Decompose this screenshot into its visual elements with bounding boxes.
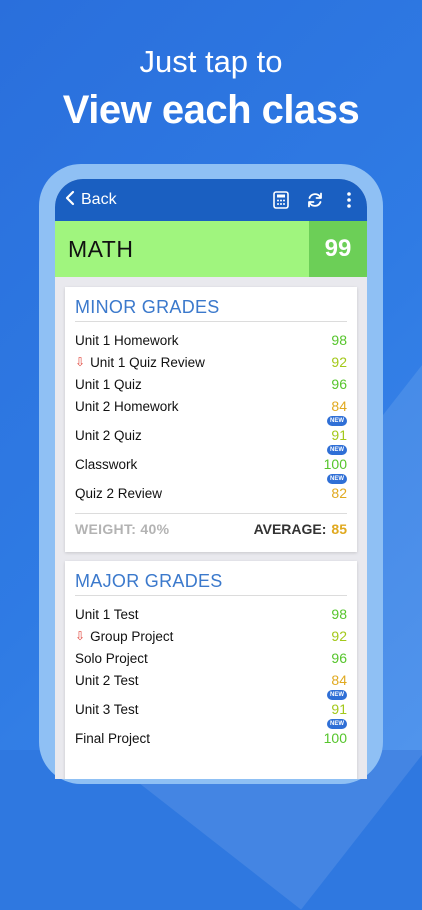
grade-value: 98 (331, 332, 347, 348)
grade-value: 96 (331, 650, 347, 666)
minor-grades-footer: WEIGHT: 40% AVERAGE: 85 (75, 513, 347, 544)
grade-name: Quiz 2 Review (75, 486, 331, 501)
grade-row[interactable]: Classwork 100 NEW (75, 445, 347, 474)
class-grade: 99 (309, 221, 367, 277)
grade-name-text: Unit 1 Homework (75, 332, 179, 348)
major-grades-card: MAJOR GRADES Unit 1 Test 98 ⇩ Group Project… (65, 561, 357, 779)
grade-name-text: Unit 1 Test (75, 606, 139, 622)
grade-value-text: 92 (331, 628, 347, 644)
class-name: MATH (55, 221, 309, 277)
grade-value-text: 84 (331, 672, 347, 688)
grade-name-text: Solo Project (75, 650, 148, 666)
grade-name-text: Classwork (75, 456, 138, 472)
grade-value: 100 NEW (323, 719, 347, 746)
grade-row[interactable]: Unit 3 Test 91 NEW (75, 690, 347, 719)
grade-name-text: Unit 2 Quiz (75, 427, 142, 443)
grade-value: 98 (331, 606, 347, 622)
grade-name: Unit 1 Test (75, 607, 331, 622)
grade-row[interactable]: Final Project 100 NEW (75, 719, 347, 748)
minor-grades-title: MINOR GRADES (75, 287, 347, 322)
grade-name: Classwork (75, 457, 324, 472)
grade-name: Unit 2 Homework (75, 399, 331, 414)
down-arrow-icon: ⇩ (75, 355, 86, 369)
back-button[interactable]: Back (65, 190, 117, 210)
grade-value-text: 92 (331, 354, 347, 370)
more-vertical-icon[interactable] (339, 190, 359, 210)
grade-value-text: 82 (331, 485, 347, 501)
grade-value-text: 98 (331, 332, 347, 348)
grade-value: 91 NEW (327, 690, 347, 717)
class-header: MATH 99 (55, 221, 367, 277)
grade-value: 84 (331, 672, 347, 688)
grade-name: Solo Project (75, 651, 331, 666)
calculator-icon[interactable] (271, 190, 291, 210)
app-bar: Back (55, 179, 367, 221)
promo-line-1: Just tap to (139, 44, 283, 79)
chevron-left-icon (65, 190, 75, 210)
grade-value-text: 100 (323, 456, 347, 472)
grade-value-text: 100 (323, 730, 347, 746)
average-value: 85 (331, 521, 347, 537)
grade-value-text: 96 (331, 650, 347, 666)
grade-row[interactable]: Unit 1 Quiz 96 (75, 374, 347, 394)
grade-value-text: 96 (331, 376, 347, 392)
grade-value-text: 98 (331, 606, 347, 622)
new-badge: NEW (327, 416, 347, 426)
grade-row[interactable]: Unit 2 Homework 84 (75, 396, 347, 416)
back-label: Back (81, 191, 117, 208)
grade-name: ⇩ Unit 1 Quiz Review (75, 355, 331, 370)
grade-row[interactable]: Quiz 2 Review 82 NEW (75, 474, 347, 503)
grade-value: 100 NEW (323, 445, 347, 472)
grade-name: Unit 3 Test (75, 702, 331, 717)
grade-name-text: Unit 2 Homework (75, 398, 179, 414)
phone-screen: Back MATH 99 MINOR GRADES Unit 1 Homewor… (55, 179, 367, 779)
grade-value: 92 (331, 354, 347, 370)
grade-row[interactable]: Unit 1 Homework 98 (75, 330, 347, 350)
refresh-icon[interactable] (305, 190, 325, 210)
grade-value: 84 (331, 398, 347, 414)
grade-row[interactable]: Unit 2 Quiz 91 NEW (75, 416, 347, 445)
grade-row[interactable]: Unit 1 Test 98 (75, 604, 347, 624)
grade-name: Unit 1 Homework (75, 333, 331, 348)
down-arrow-icon: ⇩ (75, 629, 86, 643)
grade-row[interactable]: ⇩ Group Project 92 (75, 626, 347, 646)
grade-name-text: Quiz 2 Review (75, 485, 163, 501)
grade-name-text: Group Project (90, 628, 174, 644)
grade-name: Unit 2 Test (75, 673, 331, 688)
grade-value: 92 (331, 628, 347, 644)
new-badge: NEW (327, 690, 347, 700)
grade-name: Unit 1 Quiz (75, 377, 331, 392)
grade-name: Final Project (75, 731, 324, 746)
grade-name-text: Unit 1 Quiz (75, 376, 142, 392)
grade-value: 82 NEW (327, 474, 347, 501)
grade-value-text: 84 (331, 398, 347, 414)
grade-value-text: 91 (331, 701, 347, 717)
grade-name-text: Unit 1 Quiz Review (90, 354, 205, 370)
grade-value-text: 91 (331, 427, 347, 443)
grade-name: ⇩ Group Project (75, 629, 331, 644)
minor-grades-card: MINOR GRADES Unit 1 Homework 98 ⇩ Unit 1 Qu… (65, 287, 357, 552)
grade-value: 91 NEW (327, 416, 347, 443)
grade-row[interactable]: Solo Project 96 (75, 648, 347, 668)
grade-name: Unit 2 Quiz (75, 428, 331, 443)
new-badge: NEW (327, 445, 347, 455)
new-badge: NEW (327, 719, 347, 729)
new-badge: NEW (327, 474, 347, 484)
grade-row[interactable]: ⇩ Unit 1 Quiz Review 92 (75, 352, 347, 372)
grade-name-text: Unit 3 Test (75, 701, 139, 717)
grade-row[interactable]: Unit 2 Test 84 (75, 670, 347, 690)
grade-value: 96 (331, 376, 347, 392)
grade-name-text: Final Project (75, 730, 151, 746)
weight-label: WEIGHT: 40% (75, 521, 170, 537)
promo-line-2: View each class (62, 88, 360, 132)
major-grades-title: MAJOR GRADES (75, 561, 347, 596)
grade-name-text: Unit 2 Test (75, 672, 139, 688)
average-label: AVERAGE: (253, 521, 327, 537)
